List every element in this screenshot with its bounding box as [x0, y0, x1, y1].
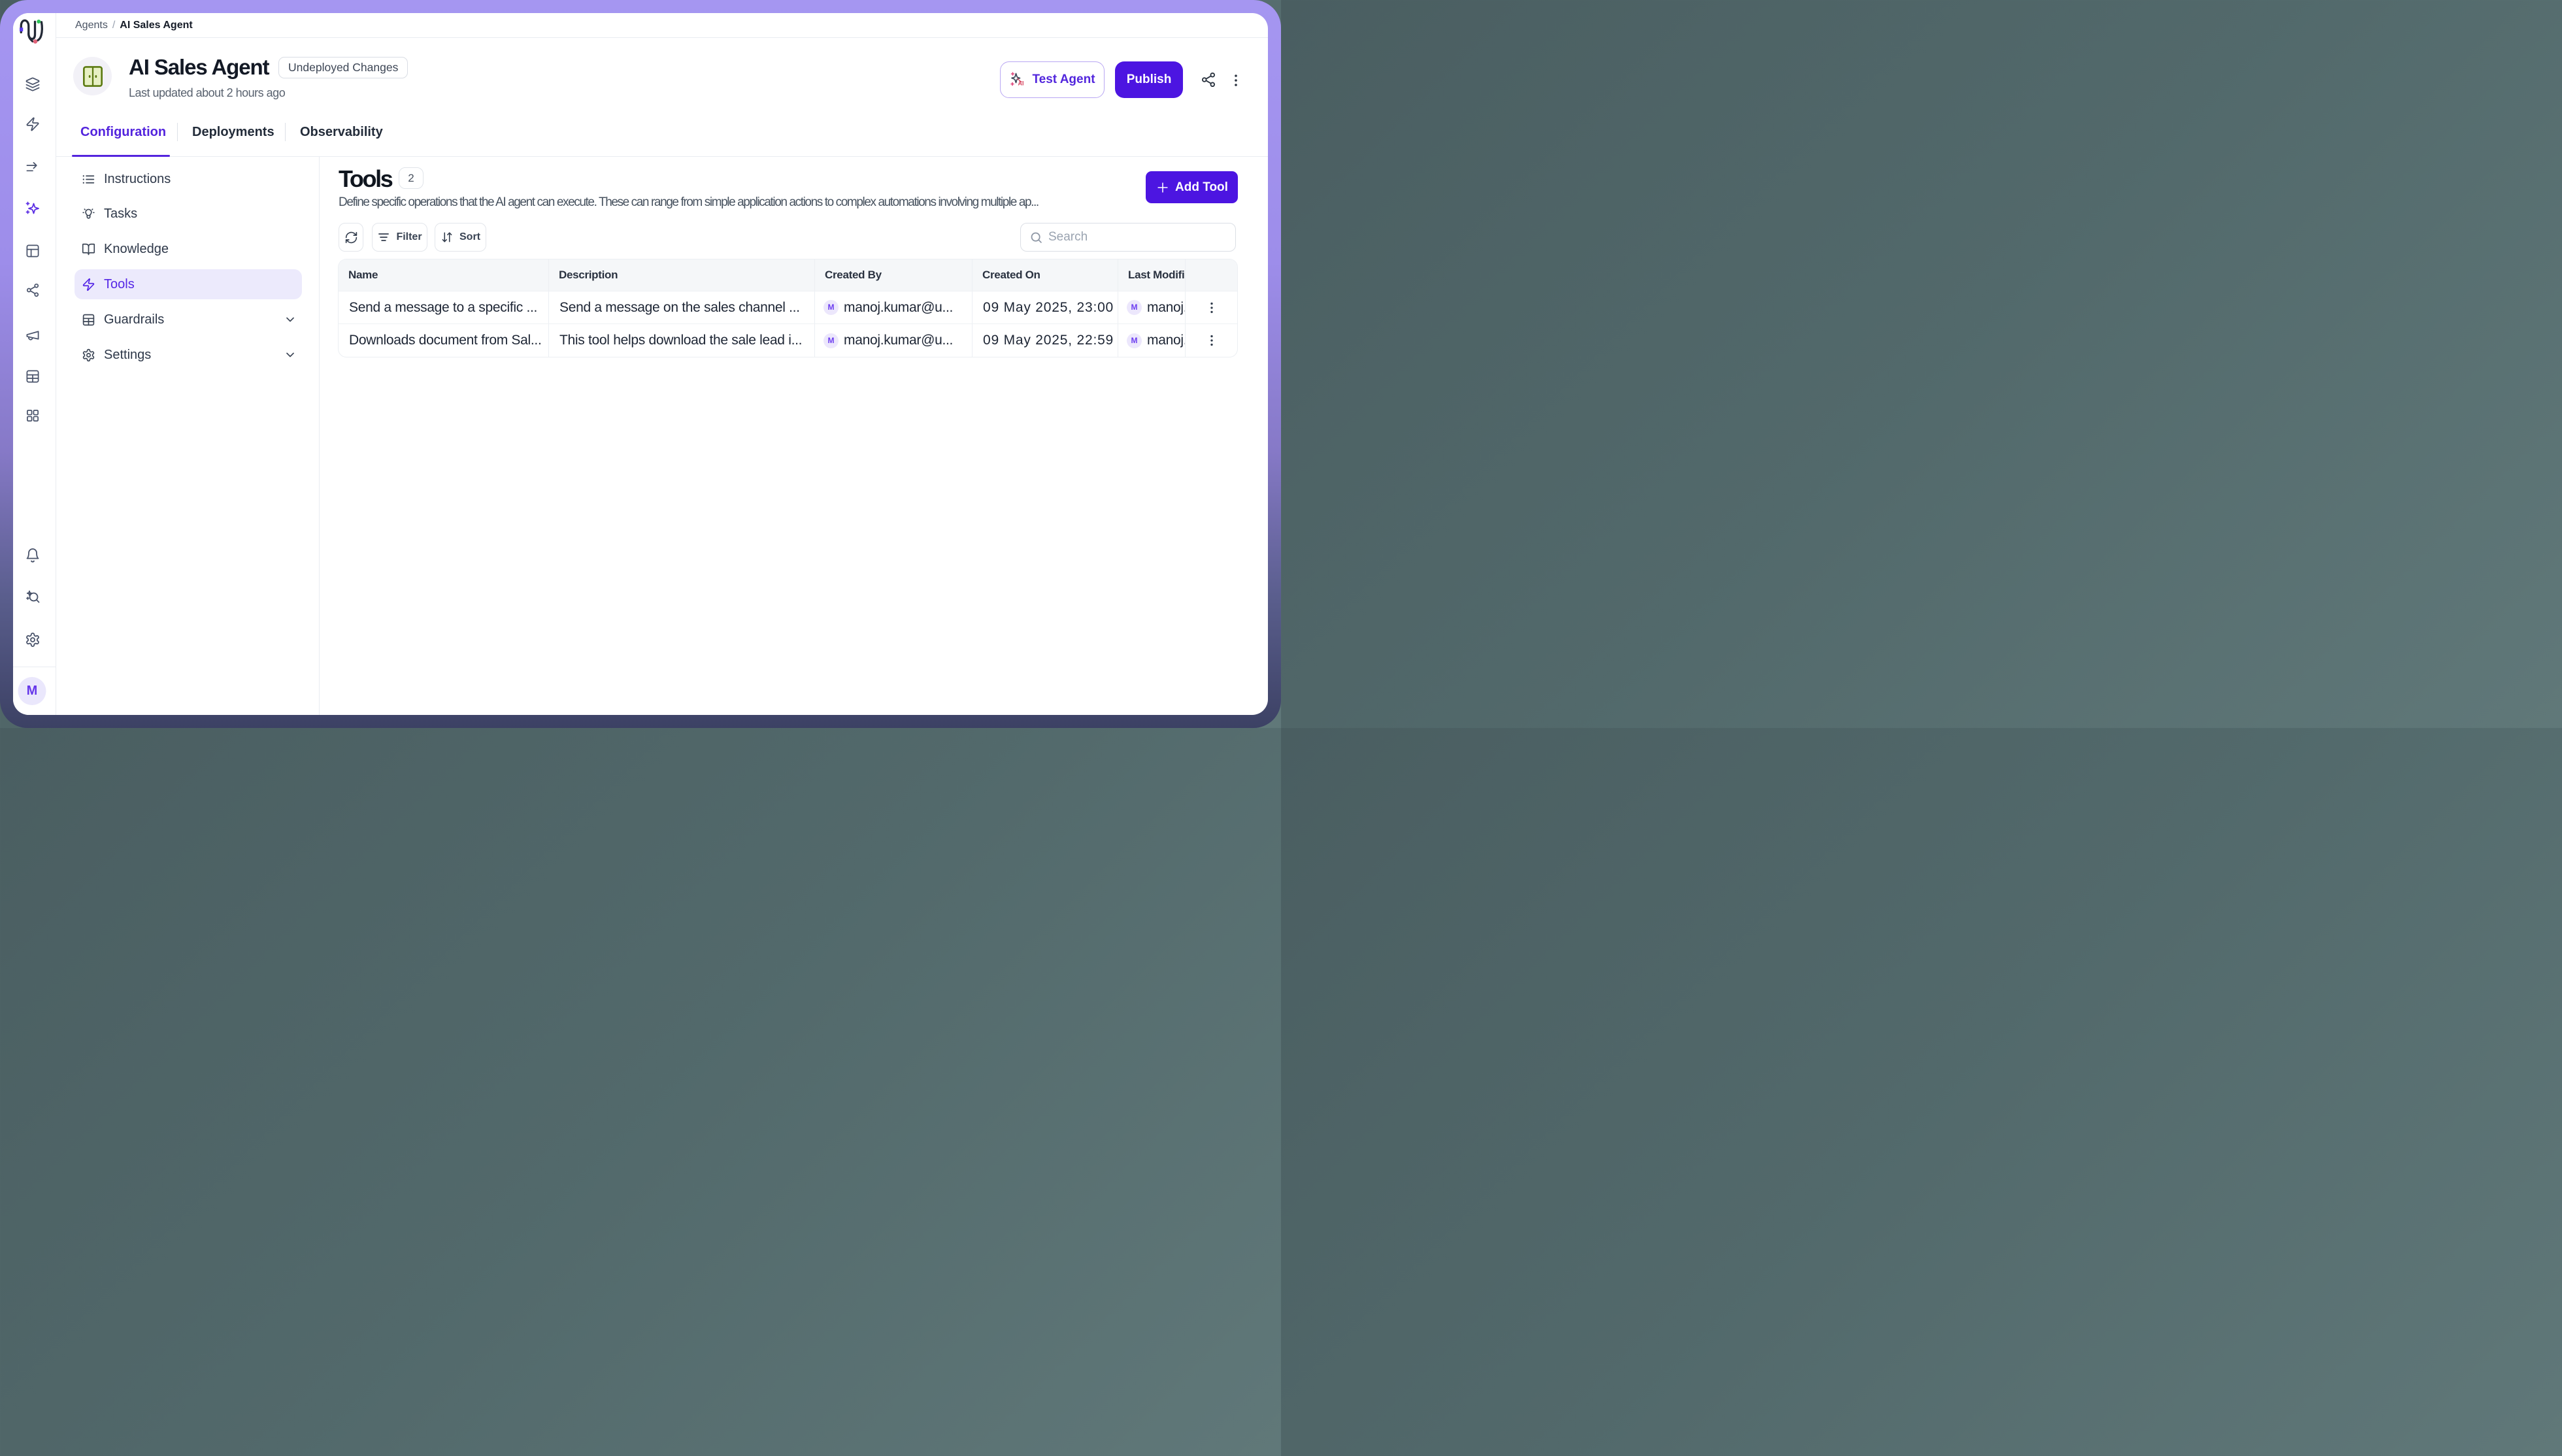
- svg-text:AI: AI: [1018, 80, 1024, 87]
